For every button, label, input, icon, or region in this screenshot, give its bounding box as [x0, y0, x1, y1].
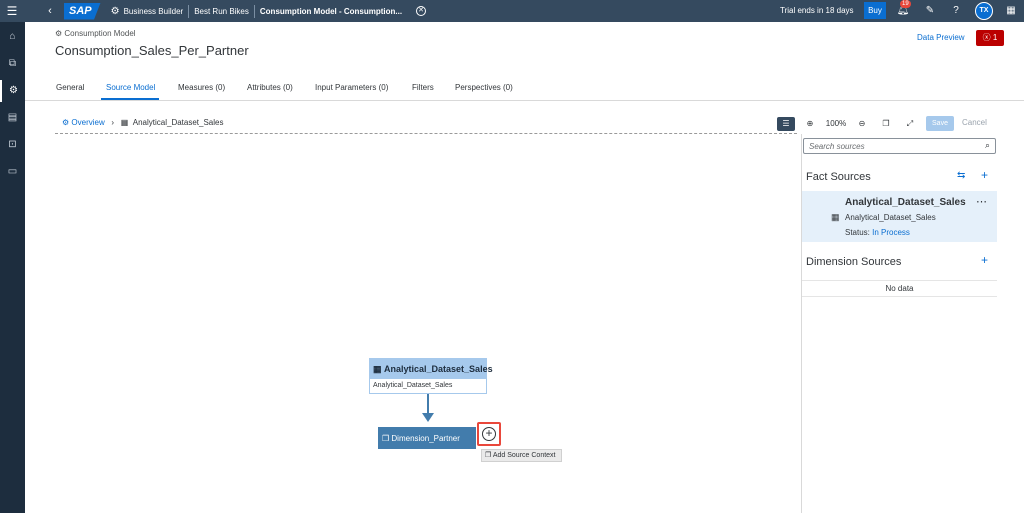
table-icon: ▦ — [373, 363, 385, 374]
copy-button[interactable]: ❐ — [879, 117, 893, 131]
list-icon: ☰ — [782, 119, 790, 128]
tab-perspectives[interactable]: Perspectives (0) — [455, 83, 513, 92]
fullscreen-icon: ⤢ — [906, 119, 914, 128]
data-integration-icon[interactable]: ▤ — [0, 107, 25, 129]
dimension-node-title: Dimension_Partner — [391, 433, 460, 443]
table-icon: ▦ — [831, 212, 840, 222]
fullscreen-button[interactable]: ⤢ — [903, 117, 917, 131]
object-type-label: ⚙ Consumption Model — [55, 29, 136, 38]
trial-text: Trial ends in 18 days — [780, 6, 854, 15]
overview-icon: ⚙ — [62, 118, 72, 127]
tab-bar: General Source Model Measures (0) Attrib… — [25, 76, 1024, 101]
close-icon[interactable]: ✕ — [416, 6, 427, 16]
arrow-down-icon — [422, 413, 434, 422]
fact-source-name: Analytical_Dataset_Sales — [845, 197, 966, 208]
consumption-model-icon: ⚙ — [55, 29, 63, 38]
cancel-button[interactable]: Cancel — [962, 118, 987, 127]
tab-source-model[interactable]: Source Model — [106, 83, 155, 92]
tab-measures[interactable]: Measures (0) — [178, 83, 225, 92]
chevron-left-icon: ‹ — [48, 5, 52, 17]
copy-icon: ❐ — [485, 452, 493, 459]
error-icon: ⓧ — [982, 33, 991, 42]
home-icon[interactable]: ⌂ — [0, 26, 25, 48]
data-builder-icon[interactable]: ⧉ — [0, 53, 25, 75]
active-tab-indicator — [101, 98, 159, 100]
shell-space-name[interactable]: Best Run Bikes — [194, 7, 249, 16]
toolbar-divider — [55, 133, 797, 134]
error-button[interactable]: ⓧ 1 — [976, 30, 1004, 46]
more-icon[interactable]: ⋯ — [976, 195, 987, 208]
help-icon[interactable]: ? — [947, 0, 965, 22]
fact-node-title: Analytical_Dataset_Sales — [384, 364, 493, 374]
plus-icon: + — [485, 426, 493, 440]
object-type-text: Consumption Model — [64, 29, 136, 38]
status-value: In Process — [872, 228, 910, 237]
add-source-context-highlight: + — [477, 422, 501, 446]
page-title: Consumption_Sales_Per_Partner — [55, 43, 249, 58]
shell-breadcrumb: ⚙ Business Builder Best Run Bikes Consum… — [101, 4, 427, 18]
buy-button[interactable]: Buy — [864, 2, 886, 19]
save-button[interactable]: Save — [926, 116, 954, 131]
separator — [188, 4, 190, 18]
separator — [253, 4, 255, 18]
add-source-context-tooltip: ❐ Add Source Context — [481, 449, 562, 462]
tab-input-parameters[interactable]: Input Parameters (0) — [315, 83, 388, 92]
feedback-icon[interactable]: ✎ — [921, 0, 939, 22]
association-line — [427, 394, 429, 414]
system-monitor-icon[interactable]: ▭ — [0, 161, 25, 183]
add-fact-source-icon[interactable]: + — [981, 168, 988, 182]
back-button[interactable]: ‹ — [40, 5, 60, 17]
zoom-in-icon: ⊕ — [806, 119, 814, 128]
security-icon[interactable]: ⊡ — [0, 134, 25, 156]
copy-icon: ❐ — [882, 119, 890, 128]
fact-node-subtitle: Analytical_Dataset_Sales — [373, 382, 453, 389]
zoom-in-button[interactable]: ⊕ — [803, 117, 817, 131]
shell-bar: ☰ ‹ SAP ⚙ Business Builder Best Run Bike… — [0, 0, 1024, 22]
zoom-level: 100% — [825, 119, 847, 128]
zoom-out-button[interactable]: ⊖ — [855, 117, 869, 131]
table-icon: ▦ — [120, 118, 133, 127]
add-source-context-button[interactable]: + — [482, 427, 496, 441]
fact-node-header: ▦ Analytical_Dataset_Sales — [370, 359, 493, 379]
tab-attributes[interactable]: Attributes (0) — [247, 83, 293, 92]
add-dimension-source-icon[interactable]: + — [981, 253, 988, 267]
hamburger-icon[interactable]: ☰ — [0, 4, 24, 18]
shell-app-name[interactable]: Business Builder — [124, 7, 184, 16]
fact-source-status: Status: In Process — [845, 228, 910, 237]
hierarchy-icon[interactable]: ⇆ — [957, 170, 965, 181]
fact-node[interactable]: ▦ Analytical_Dataset_Sales Analytical_Da… — [369, 358, 493, 394]
business-builder-icon[interactable]: ⚙ — [0, 80, 25, 102]
breadcrumb: ⚙ Overview › ▦ Analytical_Dataset_Sales — [62, 118, 223, 127]
data-preview-link[interactable]: Data Preview — [917, 33, 965, 42]
dimension-node[interactable]: ❒ Dimension_Partner — [378, 427, 476, 449]
status-label: Status: — [845, 228, 870, 237]
tab-filters[interactable]: Filters — [412, 83, 434, 92]
tab-general[interactable]: General — [56, 83, 84, 92]
fact-source-item[interactable]: Analytical_Dataset_Sales ▦ Analytical_Da… — [802, 191, 997, 242]
search-field[interactable]: ⌕ — [803, 138, 996, 154]
cube-icon: ❒ — [382, 433, 392, 443]
avatar[interactable]: TX — [975, 2, 993, 20]
chevron-right-icon: › — [104, 118, 121, 127]
zoom-out-icon: ⊖ — [858, 119, 866, 128]
list-view-button[interactable]: ☰ — [777, 117, 795, 131]
breadcrumb-overview[interactable]: Overview — [71, 118, 104, 127]
no-data-text: No data — [802, 280, 997, 297]
search-icon[interactable]: ⌕ — [985, 140, 990, 151]
fact-sources-title: Fact Sources — [806, 171, 871, 183]
notification-badge: 19 — [900, 0, 911, 8]
tooltip-text: Add Source Context — [492, 452, 556, 459]
sap-logo[interactable]: SAP — [64, 2, 101, 20]
product-switch-icon[interactable]: ▦ — [1002, 0, 1020, 22]
search-input[interactable] — [804, 139, 974, 153]
business-builder-icon: ⚙ — [110, 5, 120, 17]
side-navigation: ⌂ ⧉ ⚙ ▤ ⊡ ▭ — [0, 22, 25, 513]
error-count: 1 — [992, 33, 998, 42]
breadcrumb-current: Analytical_Dataset_Sales — [132, 118, 224, 127]
dimension-sources-title: Dimension Sources — [806, 256, 902, 268]
fact-source-technical-name: Analytical_Dataset_Sales — [845, 213, 936, 222]
shell-object-title: Consumption Model - Consumption... — [259, 6, 403, 16]
